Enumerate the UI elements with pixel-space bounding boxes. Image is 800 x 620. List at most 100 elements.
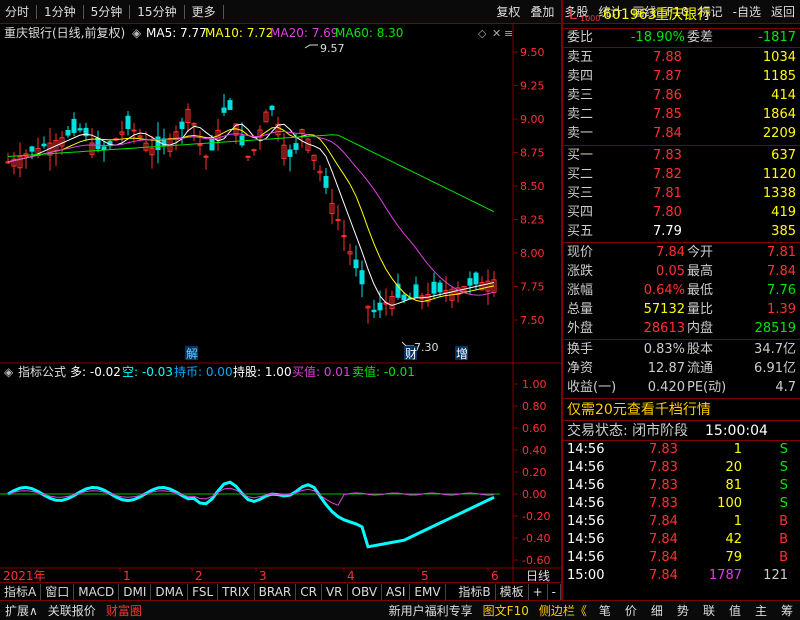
stock-code: 601963 (603, 7, 657, 23)
indicator-tab[interactable]: + (529, 583, 548, 600)
fund-value: 0.83% (643, 342, 685, 357)
ask-row[interactable]: 卖三 7.86 414 (563, 87, 800, 105)
promo-link[interactable]: 仅需20元查看千档行情 (563, 401, 800, 419)
issuance-marker[interactable]: 增 (456, 347, 468, 361)
toolbar-15min-button[interactable]: 15分钟 (132, 1, 181, 23)
fundamental-row: 收益(一) 0.420 PE(动) 4.7 (563, 379, 800, 397)
indicator-tab[interactable]: TRIX (218, 583, 255, 600)
bid-price: 7.82 (653, 167, 682, 182)
indicator-tab[interactable]: BRAR (255, 583, 297, 600)
indicator-tab[interactable]: 窗口 (41, 583, 75, 600)
bid-row[interactable]: 买一 7.83 637 (563, 147, 800, 165)
indicator-tab[interactable]: OBV (348, 583, 383, 600)
toolbar-1min-button[interactable]: 1分钟 (39, 1, 81, 23)
bid-row[interactable]: 买四 7.80 419 (563, 204, 800, 222)
side-view-button[interactable]: 值 (722, 602, 748, 620)
stat-value: 0.05 (656, 264, 685, 279)
indicator-tab[interactable]: FSL (188, 583, 219, 600)
divider (563, 145, 800, 146)
indicator-tick-label: 0.00 (522, 488, 547, 501)
high-marker-line (304, 44, 318, 49)
x-axis-month: 4 (347, 569, 355, 582)
candle-body (401, 294, 407, 301)
indicator-tab[interactable]: DMI (119, 583, 152, 600)
stat-row: 涨幅 0.64% 最低 7.76 (563, 282, 800, 300)
indicator-tick-label: -0.40 (522, 532, 550, 545)
fundamental-row: 净资 12.87 流通 6.91亿 (563, 360, 800, 378)
tick-time: 14:56 (567, 496, 605, 511)
bid-row[interactable]: 买三 7.81 1338 (563, 185, 800, 203)
bottom-tab[interactable]: 财富圈 (101, 602, 147, 620)
bid-row[interactable]: 买五 7.79 385 (563, 223, 800, 241)
tick-price: 7.84 (649, 532, 678, 547)
side-view-button[interactable]: 细 (644, 602, 670, 620)
ma60-label: MA60: 8.30 (335, 26, 403, 40)
indicator-chibi: 持币: 0.00 (174, 364, 233, 379)
lift-ban-marker[interactable]: 解 (186, 347, 198, 361)
x-axis-month: 5 (421, 569, 429, 582)
bid-volume: 419 (771, 205, 796, 220)
stat-value: 57132 (643, 302, 685, 317)
price-tick-label: 9.25 (520, 80, 545, 93)
bid-label: 买四 (567, 205, 594, 220)
indicator-tab[interactable]: CR (296, 583, 322, 600)
indicator-tab[interactable]: ASI (382, 583, 411, 600)
chart-menu-icon[interactable]: ≡ (504, 27, 513, 40)
candle-body (473, 272, 479, 285)
indicator-tab[interactable]: VR (322, 583, 348, 600)
chart-settings-icon[interactable]: ◇ (478, 27, 487, 40)
ask-row[interactable]: 卖一 7.84 2209 (563, 125, 800, 143)
indicator-tab[interactable]: EMV (410, 583, 446, 600)
chart-close-icon[interactable]: ✕ (492, 27, 501, 40)
bottom-tab[interactable]: 扩展∧ (0, 602, 43, 620)
candle-body (293, 143, 299, 150)
fund-value: 34.7亿 (754, 342, 796, 357)
tick-volume: 1787 (708, 568, 742, 583)
quote-panel: L 1000 601963 重庆银行 委比 -18.90% 委差 -1817 卖五 7.88 103… (561, 0, 800, 600)
stat-row: 外盘 28613 内盘 28519 (563, 320, 800, 338)
bid-row[interactable]: 买二 7.82 1120 (563, 166, 800, 184)
side-view-button[interactable]: 联 (696, 602, 722, 620)
toolbar-timeshare-button[interactable]: 分时 (0, 1, 34, 23)
fund-label: 收益(一) (567, 380, 617, 395)
indicator-tab[interactable]: 指标B (454, 583, 496, 600)
side-view-button[interactable]: 势 (670, 602, 696, 620)
ask-price: 7.86 (653, 88, 682, 103)
toolbar-more-button[interactable]: 更多 (187, 1, 221, 23)
indicator-tab[interactable]: - (548, 583, 561, 600)
bottom-right-link[interactable]: 图文F10 (478, 602, 534, 620)
candles (5, 94, 497, 324)
ask-row[interactable]: 卖二 7.85 1864 (563, 106, 800, 124)
indicator-tab[interactable]: 指标A (0, 583, 42, 600)
toolbar-5min-button[interactable]: 5分钟 (86, 1, 128, 23)
side-view-button[interactable]: 筹 (774, 602, 800, 620)
kline-chart[interactable]: 重庆银行(日线,前复权) ◈ MA5: 7.77MA10: 7.72MA20: 7.… (0, 24, 561, 582)
ask-row[interactable]: 卖四 7.87 1185 (563, 68, 800, 86)
price-tick-label: 9.50 (520, 46, 545, 59)
trade-status: 交易状态: 闭市阶段 15:00:04 (563, 422, 800, 440)
ask-volume: 1864 (762, 107, 796, 122)
bottom-tab[interactable]: 关联报价 (43, 602, 101, 620)
side-view-button[interactable]: 价 (618, 602, 644, 620)
toolbar-right-button[interactable]: 复权 (491, 1, 525, 23)
stat-label: 最高 (687, 264, 714, 279)
chart-collapse-icon[interactable]: ◈ (132, 26, 142, 40)
toolbar-right-button[interactable]: 叠加 (525, 1, 559, 23)
candle-body (377, 302, 383, 311)
fund-value: 6.91亿 (754, 361, 796, 376)
ma20-line (7, 131, 495, 296)
period-label[interactable]: 日线 (526, 569, 550, 582)
indicator-collapse-icon[interactable]: ◈ (4, 365, 14, 379)
ask-row[interactable]: 卖五 7.88 1034 (563, 49, 800, 67)
bid-volume: 385 (771, 224, 796, 239)
tick-volume: 1 (733, 514, 742, 529)
indicator-tab[interactable]: 模板 (496, 583, 529, 600)
side-view-button[interactable]: 主 (748, 602, 774, 620)
weicha-value: -1817 (758, 30, 796, 45)
side-view-button[interactable]: 笔 (592, 602, 618, 620)
indicator-tab[interactable]: DMA (151, 583, 189, 600)
bottom-right-link[interactable]: 侧边栏《 (534, 602, 592, 620)
bottom-right-link[interactable]: 新用户福利专享 (384, 602, 478, 620)
indicator-tab[interactable]: MACD (74, 583, 120, 600)
earnings-marker[interactable]: 财 (405, 347, 417, 361)
